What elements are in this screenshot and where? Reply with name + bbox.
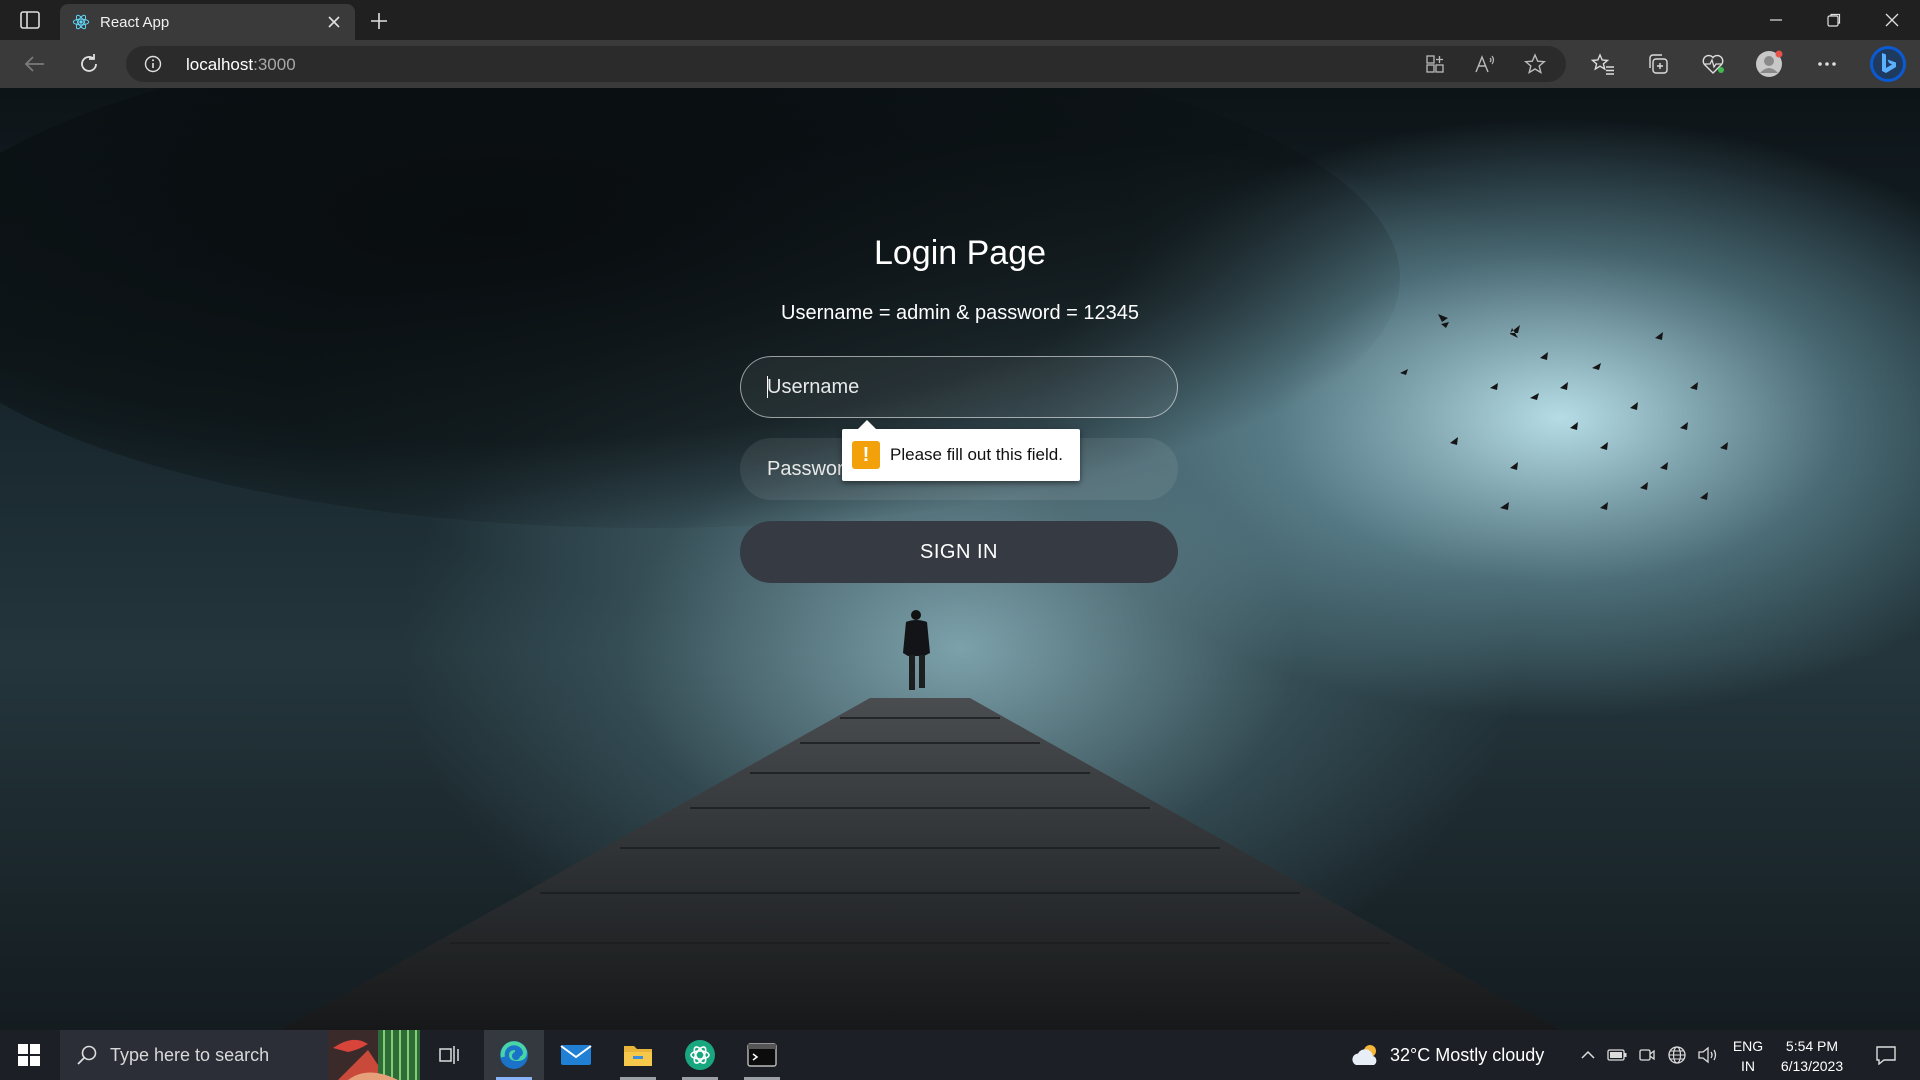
search-icon [77, 1045, 97, 1065]
walking-person-image [903, 610, 930, 690]
heart-pulse-icon[interactable] [1696, 48, 1730, 80]
terminal-icon[interactable] [732, 1030, 792, 1080]
login-page-background: Login Page Username = admin & password =… [0, 88, 1920, 1030]
back-arrow-icon[interactable] [18, 48, 52, 80]
star-icon[interactable] [1522, 52, 1548, 76]
close-window-icon[interactable] [1864, 0, 1920, 40]
sign-in-button[interactable]: SIGN IN [740, 521, 1178, 583]
react-logo-icon [72, 14, 90, 30]
browser-toolbar: localhost:3000 [0, 40, 1920, 88]
info-icon[interactable] [144, 55, 162, 73]
validation-tooltip: ! Please fill out this field. [842, 420, 1080, 481]
cloudy-weather-icon [1352, 1045, 1377, 1065]
browser-tab-bar: React App [0, 0, 1920, 40]
file-explorer-icon[interactable] [608, 1030, 668, 1080]
weather-text: 32°C Mostly cloudy [1390, 1044, 1545, 1065]
read-aloud-icon[interactable] [1472, 52, 1498, 76]
minimize-icon[interactable] [1748, 0, 1804, 40]
url-host: localhost [186, 55, 254, 74]
close-icon[interactable] [325, 13, 343, 31]
username-input[interactable] [740, 356, 1178, 418]
edge-taskbar-icon[interactable] [484, 1030, 544, 1080]
validation-message: Please fill out this field. [890, 445, 1063, 464]
refresh-icon[interactable] [72, 48, 106, 80]
collections-icon[interactable] [1641, 48, 1675, 80]
text-caret [767, 376, 768, 398]
tab-actions-icon[interactable] [14, 8, 46, 32]
chatgpt-icon[interactable] [670, 1030, 730, 1080]
windows-start-icon[interactable] [0, 1030, 58, 1080]
search-placeholder: Type here to search [110, 1044, 270, 1065]
weather-widget[interactable]: 32°C Mostly cloudy [1350, 1030, 1544, 1080]
system-clock[interactable]: 5:54 PM 6/13/2023 [1772, 1036, 1852, 1076]
language-code: ENG [1732, 1038, 1764, 1054]
meet-now-icon[interactable] [1636, 1030, 1658, 1080]
language-indicator[interactable]: ENG IN [1726, 1036, 1770, 1076]
notification-icon[interactable] [1866, 1030, 1906, 1080]
search-highlight-image [328, 1030, 420, 1080]
favorites-icon[interactable] [1586, 48, 1620, 80]
warning-icon: ! [852, 441, 880, 469]
address-bar[interactable]: localhost:3000 [126, 46, 1566, 82]
more-icon[interactable] [1810, 48, 1844, 80]
apps-icon[interactable] [1422, 52, 1448, 76]
tab-title: React App [100, 13, 170, 31]
battery-icon[interactable] [1606, 1030, 1628, 1080]
mail-icon[interactable] [546, 1030, 606, 1080]
browser-tab[interactable]: React App [60, 4, 355, 40]
plus-icon[interactable] [366, 8, 392, 34]
chevron-up-icon[interactable] [1578, 1030, 1598, 1080]
network-globe-icon[interactable] [1666, 1030, 1688, 1080]
clock-date: 6/13/2023 [1780, 1058, 1844, 1074]
page-title: Login Page [873, 234, 1047, 272]
profile-icon[interactable] [1752, 48, 1786, 80]
bing-icon[interactable] [1868, 44, 1908, 84]
url-text[interactable]: localhost:3000 [186, 55, 296, 75]
taskbar-search[interactable]: Type here to search [60, 1030, 420, 1080]
url-port: :3000 [253, 55, 296, 74]
credentials-hint: Username = admin & password = 12345 [781, 302, 1139, 324]
clock-time: 5:54 PM [1785, 1038, 1839, 1054]
restore-icon[interactable] [1806, 0, 1862, 40]
windows-taskbar: Type here to search 32°C Mostly cloudy E… [0, 1030, 1920, 1080]
region-code: IN [1741, 1058, 1755, 1074]
task-view-icon[interactable] [420, 1030, 480, 1080]
volume-icon[interactable] [1696, 1030, 1720, 1080]
